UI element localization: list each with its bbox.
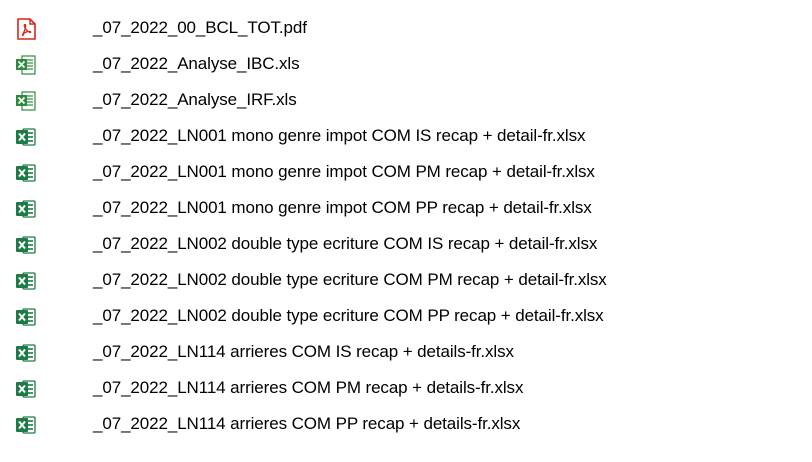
excel-icon xyxy=(15,270,37,292)
file-name: _07_2022_LN001 mono genre impot COM IS r… xyxy=(93,126,586,145)
file-row-xlsx[interactable]: _07_2022_LN114 arrieres COM IS recap + d… xyxy=(0,334,812,370)
file-row-xlsx[interactable]: _07_2022_LN001 mono genre impot COM PM r… xyxy=(0,154,812,190)
excel-icon xyxy=(15,126,37,148)
excel-icon xyxy=(15,342,37,364)
file-row-xlsx[interactable]: _07_2022_LN114 arrieres COM PM recap + d… xyxy=(0,370,812,406)
file-name: _07_2022_LN002 double type ecriture COM … xyxy=(93,234,598,253)
excel-legacy-icon xyxy=(15,54,37,76)
excel-icon xyxy=(15,414,37,436)
file-name: _07_2022_LN002 double type ecriture COM … xyxy=(93,270,607,289)
excel-legacy-icon xyxy=(15,90,37,112)
file-name: _07_2022_LN001 mono genre impot COM PM r… xyxy=(93,162,595,181)
file-row-xlsx[interactable]: _07_2022_LN001 mono genre impot COM PP r… xyxy=(0,190,812,226)
excel-icon xyxy=(15,162,37,184)
file-row-xlsx[interactable]: _07_2022_LN001 mono genre impot COM IS r… xyxy=(0,118,812,154)
file-row-xlsx[interactable]: _07_2022_LN002 double type ecriture COM … xyxy=(0,226,812,262)
file-name: _07_2022_LN002 double type ecriture COM … xyxy=(93,306,604,325)
file-row-xls[interactable]: _07_2022_Analyse_IRF.xls xyxy=(0,82,812,118)
excel-icon xyxy=(15,198,37,220)
excel-icon xyxy=(15,378,37,400)
file-name: _07_2022_LN001 mono genre impot COM PP r… xyxy=(93,198,592,217)
file-row-xlsx[interactable]: _07_2022_LN002 double type ecriture COM … xyxy=(0,262,812,298)
file-row-xls[interactable]: _07_2022_Analyse_IBC.xls xyxy=(0,46,812,82)
pdf-icon xyxy=(15,18,37,40)
file-row-xlsx[interactable]: _07_2022_LN114 arrieres COM PP recap + d… xyxy=(0,406,812,442)
excel-icon xyxy=(15,234,37,256)
file-name: _07_2022_Analyse_IRF.xls xyxy=(93,90,297,109)
file-row-xlsx[interactable]: _07_2022_LN002 double type ecriture COM … xyxy=(0,298,812,334)
file-name: _07_2022_LN114 arrieres COM PM recap + d… xyxy=(93,378,524,397)
file-name: _07_2022_Analyse_IBC.xls xyxy=(93,54,300,73)
file-name: _07_2022_00_BCL_TOT.pdf xyxy=(93,18,307,37)
excel-icon xyxy=(15,306,37,328)
file-name: _07_2022_LN114 arrieres COM PP recap + d… xyxy=(93,414,521,433)
file-row-pdf[interactable]: _07_2022_00_BCL_TOT.pdf xyxy=(0,10,812,46)
file-list: _07_2022_00_BCL_TOT.pdf _07_2022_Analyse… xyxy=(0,10,812,442)
file-name: _07_2022_LN114 arrieres COM IS recap + d… xyxy=(93,342,514,361)
